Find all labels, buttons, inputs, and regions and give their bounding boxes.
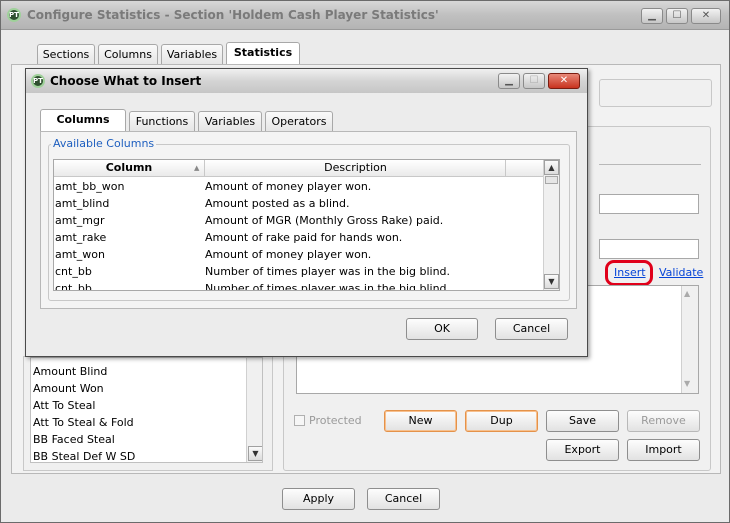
table-cell-description[interactable]: Amount posted as a blind. [205,195,349,212]
maximize-icon: ☐ [672,10,682,21]
sort-icon: ▲ [194,164,200,172]
apply-button[interactable]: Apply [282,488,355,510]
table-cell-column[interactable]: amt_rake [55,229,106,246]
ok-button[interactable]: OK [406,318,478,340]
table-cell-column[interactable]: cnt_bb [55,280,92,290]
close-icon: ✕ [701,10,711,21]
table-cell-description[interactable]: Number of times player was in the big bl… [205,263,450,280]
formula-scrollbar[interactable]: ▲ ▼ [681,286,698,393]
tab-variables[interactable]: Variables [161,44,223,65]
dialog-maximize-button[interactable]: ☐ [523,73,545,89]
table-cell-column[interactable]: amt_bb_won [55,178,124,195]
statistics-list[interactable]: Amount Blind Amount Won Att To Steal Att… [30,357,263,463]
save-button[interactable]: Save [546,410,619,432]
list-item[interactable]: Att To Steal [31,397,246,414]
top-right-panel [599,79,712,107]
protected-label: Protected [309,414,362,427]
cancel-button[interactable]: Cancel [495,318,568,340]
cancel-button[interactable]: Cancel [367,488,440,510]
close-button[interactable]: ✕ [691,8,721,24]
import-button[interactable]: Import [627,439,700,461]
statistics-list-scrollbar[interactable]: ▼ [246,358,262,462]
protected-checkbox[interactable] [294,415,305,426]
insert-link[interactable]: Insert [614,266,646,279]
list-item[interactable]: Amount Won [31,380,246,397]
tab-operators[interactable]: Operators [265,111,333,132]
description-header[interactable]: Description [206,160,506,176]
scroll-up-icon[interactable]: ▲ [684,289,690,298]
table-cell-column[interactable]: amt_mgr [55,212,105,229]
list-item[interactable]: Att To Steal & Fold [31,414,246,431]
list-item[interactable]: Amount Blind [31,363,246,380]
scroll-down-icon[interactable]: ▼ [544,274,559,289]
app-icon: PT [31,74,45,88]
tab-statistics[interactable]: Statistics [226,42,300,65]
dialog-title: Choose What to Insert [50,74,202,88]
tab-sections[interactable]: Sections [37,44,95,65]
dup-button[interactable]: Dup [465,410,538,432]
column-header[interactable]: Column ▲ [54,160,205,176]
table-cell-description[interactable]: Amount of rake paid for hands won. [205,229,402,246]
dialog-close-button[interactable]: ✕ [548,73,580,89]
scroll-up-icon[interactable]: ▲ [544,160,559,175]
scroll-thumb[interactable] [545,176,558,184]
dialog-title-bar: PT Choose What to Insert ▁ ☐ ✕ [26,69,587,93]
new-button[interactable]: New [384,410,457,432]
list-item[interactable]: BB Faced Steal [31,431,246,448]
table-cell-column[interactable]: amt_blind [55,195,109,212]
list-item[interactable]: BB Steal Def W SD [31,448,246,462]
export-button[interactable]: Export [546,439,619,461]
table-cell-description[interactable]: Number of times player was in the big bl… [205,280,450,290]
tab-variables[interactable]: Variables [198,111,262,132]
window-title: Configure Statistics - Section 'Holdem C… [27,8,439,22]
table-header: Column ▲ Description [54,160,544,177]
table-cell-description[interactable]: Amount of money player won. [205,178,371,195]
tab-functions[interactable]: Functions [129,111,195,132]
table-scrollbar[interactable]: ▲ ▼ [543,160,559,290]
scroll-down-icon[interactable]: ▼ [684,379,690,388]
maximize-icon: ☐ [529,75,539,86]
close-icon: ✕ [559,75,569,86]
statistic-name-field[interactable] [599,194,699,214]
title-bar: PT Configure Statistics - Section 'Holde… [1,1,729,30]
validate-link[interactable]: Validate [659,266,703,279]
statistic-title-field[interactable] [599,239,699,259]
app-icon: PT [7,8,21,22]
minimize-icon: ▁ [505,75,513,86]
maximize-button[interactable]: ☐ [666,8,688,24]
scroll-down-icon[interactable]: ▼ [248,446,262,461]
table-cell-column[interactable]: cnt_bb [55,263,92,280]
tab-columns[interactable]: Columns [40,109,126,132]
minimize-button[interactable]: ▁ [641,8,663,24]
divider [599,164,701,165]
minimize-icon: ▁ [648,10,656,21]
tab-columns[interactable]: Columns [98,44,158,65]
table-cell-column[interactable]: amt_won [55,246,105,263]
choose-what-to-insert-dialog: PT Choose What to Insert ▁ ☐ ✕ Columns F… [25,68,588,357]
available-columns-label: Available Columns [51,137,157,150]
table-cell-description[interactable]: Amount of MGR (Monthly Gross Rake) paid. [205,212,443,229]
columns-table[interactable]: Column ▲ Description amt_bb_won Amount of… [53,159,560,291]
remove-button[interactable]: Remove [627,410,700,432]
statistics-list-items: Amount Blind Amount Won Att To Steal Att… [31,363,246,462]
dialog-minimize-button[interactable]: ▁ [498,73,520,89]
table-cell-description[interactable]: Amount of money player won. [205,246,371,263]
